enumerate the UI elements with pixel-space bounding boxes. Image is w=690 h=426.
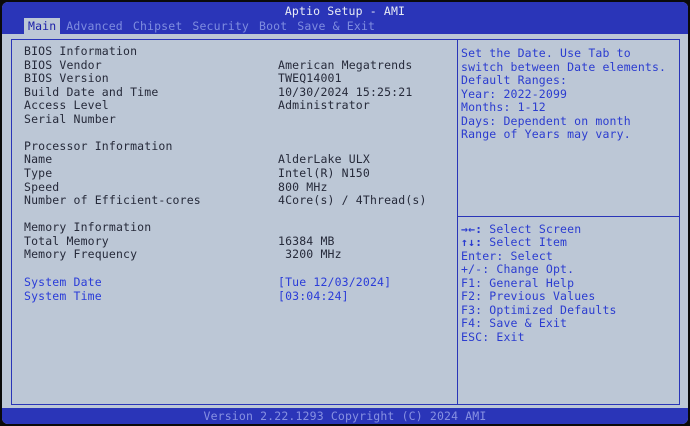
top-bar: Aptio Setup - AMI Main Advanced Chipset …	[2, 2, 688, 34]
help-line: Months: 1-12	[461, 100, 546, 114]
key-hint-f4: F4: Save & Exit	[461, 316, 567, 330]
key-hint-desc: Previous Values	[482, 289, 596, 303]
system-date-field[interactable]: [Tue 12/03/2024]	[278, 275, 391, 289]
bios-info-heading: BIOS Information	[24, 44, 138, 58]
efficient-cores-label: Number of Efficient-cores	[24, 193, 201, 207]
processor-name-label: Name	[24, 152, 53, 166]
help-line: Year: 2022-2099	[461, 87, 568, 101]
tab-advanced[interactable]: Advanced	[62, 18, 127, 34]
key-label: ESC:	[461, 330, 490, 344]
tab-save-exit[interactable]: Save & Exit	[293, 18, 379, 34]
bios-screen: Aptio Setup - AMI Main Advanced Chipset …	[2, 2, 688, 424]
total-memory-value: 16384 MB	[278, 234, 335, 248]
system-time-label: System Time	[24, 289, 102, 303]
key-hint-enter: Enter: Select	[461, 249, 553, 263]
help-line: Range of Years may vary.	[461, 127, 631, 141]
key-label: F1:	[461, 276, 483, 290]
key-hint-desc: Save & Exit	[482, 316, 568, 330]
system-time-field[interactable]: [03:04:24]	[278, 289, 349, 303]
key-hint-desc: Select	[503, 249, 553, 263]
serial-number-label: Serial Number	[24, 112, 116, 126]
memory-info-heading: Memory Information	[24, 220, 152, 234]
help-divider	[457, 216, 680, 217]
processor-type-label: Type	[24, 166, 53, 180]
memory-frequency-label: Memory Frequency	[24, 247, 138, 261]
help-line: Default Ranges:	[461, 73, 568, 87]
access-level-label: Access Level	[24, 98, 109, 112]
key-hint-desc: Optimized Defaults	[482, 303, 617, 317]
key-label: F3:	[461, 303, 483, 317]
help-line: Set the Date. Use Tab to	[461, 46, 631, 60]
tab-main[interactable]: Main	[24, 18, 61, 34]
processor-info-heading: Processor Information	[24, 139, 173, 153]
bios-version-value: TWEQ14001	[278, 71, 342, 85]
processor-speed-value: 800 MHz	[278, 180, 328, 194]
help-line: Days: Dependent on month	[461, 114, 631, 128]
tab-chipset[interactable]: Chipset	[129, 18, 187, 34]
key-hint-esc: ESC: Exit	[461, 330, 525, 344]
bios-vendor-value: American Megatrends	[278, 58, 413, 72]
key-hint-f1: F1: General Help	[461, 276, 574, 290]
bios-version-label: BIOS Version	[24, 71, 109, 85]
key-hint-desc: Change Opt.	[489, 262, 575, 276]
key-hint-f2: F2: Previous Values	[461, 289, 595, 303]
version-text: Version 2.22.1293 Copyright (C) 2024 AMI	[203, 409, 487, 423]
key-hint-select-item: ↑↓: Select Item	[461, 235, 567, 249]
total-memory-label: Total Memory	[24, 234, 109, 248]
access-level-value: Administrator	[278, 98, 370, 112]
arrows-ud-icon: ↑↓:	[461, 235, 483, 249]
key-label: F2:	[461, 289, 483, 303]
key-hint-desc: Select Screen	[482, 222, 582, 236]
system-date-label: System Date	[24, 275, 102, 289]
processor-type-value: Intel(R) N150	[278, 166, 370, 180]
tab-security[interactable]: Security	[188, 18, 253, 34]
key-label: Enter:	[461, 249, 504, 263]
bottom-bar: Version 2.22.1293 Copyright (C) 2024 AMI	[2, 408, 688, 424]
build-date-label: Build Date and Time	[24, 85, 159, 99]
memory-frequency-value: 3200 MHz	[278, 247, 342, 261]
menu-bar: Main Advanced Chipset Security Boot Save…	[24, 18, 381, 34]
arrows-lr-icon: →←:	[461, 222, 483, 236]
bios-vendor-label: BIOS Vendor	[24, 58, 102, 72]
help-line: switch between Date elements.	[461, 60, 667, 74]
key-label: F4:	[461, 316, 483, 330]
build-date-value: 10/30/2024 15:25:21	[278, 85, 413, 99]
processor-speed-label: Speed	[24, 180, 60, 194]
processor-name-value: AlderLake ULX	[278, 152, 370, 166]
key-label: +/-:	[461, 262, 490, 276]
efficient-cores-value: 4Core(s) / 4Thread(s)	[278, 193, 427, 207]
key-hint-desc: General Help	[482, 276, 575, 290]
key-hint-select-screen: →←: Select Screen	[461, 222, 581, 236]
tab-boot[interactable]: Boot	[255, 18, 291, 34]
key-hint-desc: Select Item	[482, 235, 568, 249]
key-hint-change-opt: +/-: Change Opt.	[461, 262, 574, 276]
panel-divider	[457, 39, 458, 405]
app-title: Aptio Setup - AMI	[284, 4, 406, 18]
key-hint-desc: Exit	[489, 330, 525, 344]
key-hint-f3: F3: Optimized Defaults	[461, 303, 617, 317]
